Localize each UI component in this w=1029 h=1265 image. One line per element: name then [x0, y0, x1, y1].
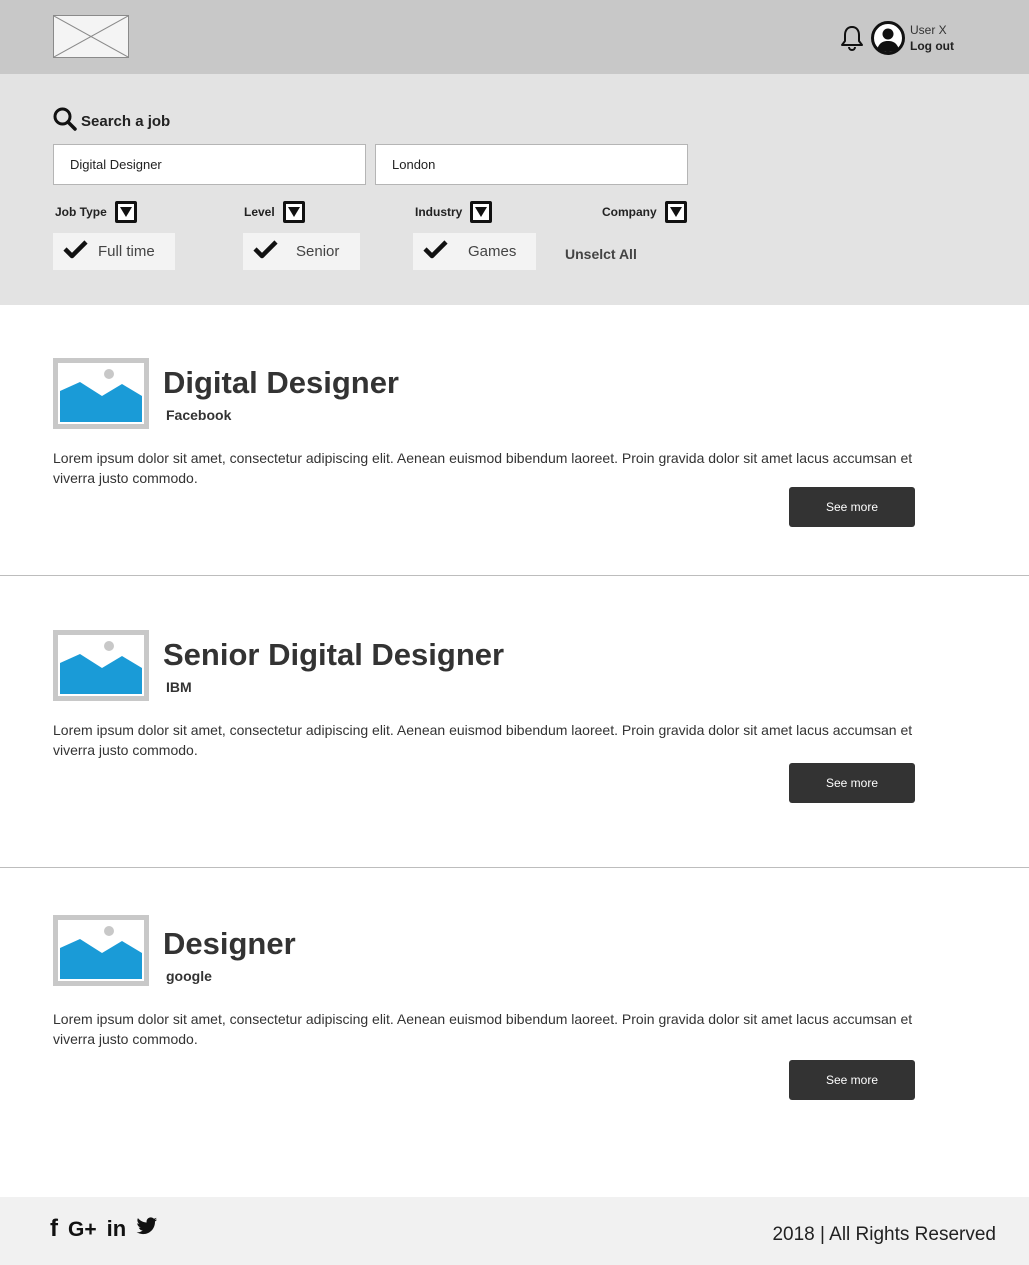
google-plus-icon[interactable]: G+	[68, 1219, 97, 1240]
search-title: Search a job	[81, 113, 171, 130]
user-avatar-icon[interactable]	[871, 21, 905, 55]
copyright-text: 2018 | All Rights Reserved	[772, 1224, 996, 1245]
chip-games[interactable]: Games	[413, 233, 536, 270]
dropdown-arrow-icon[interactable]	[664, 201, 687, 223]
job-card: Senior Digital Designer IBM Lorem ipsum …	[0, 576, 1029, 866]
check-icon	[63, 239, 88, 264]
image-placeholder-icon	[53, 630, 149, 701]
filter-level[interactable]: Level	[244, 201, 305, 223]
twitter-icon[interactable]	[136, 1217, 158, 1241]
filter-company[interactable]: Company	[602, 201, 687, 223]
see-more-button[interactable]: See more	[789, 487, 915, 527]
search-panel: Search a job Job Type Level Industry Com…	[0, 74, 1029, 305]
job-description: Lorem ipsum dolor sit amet, consectetur …	[53, 722, 913, 758]
image-placeholder-icon	[53, 358, 149, 429]
chip-label: Games	[468, 243, 517, 260]
image-placeholder-icon	[53, 915, 149, 986]
search-heading: Search a job	[53, 107, 170, 136]
job-description: Lorem ipsum dolor sit amet, consectetur …	[53, 450, 913, 486]
job-card: Designer google Lorem ipsum dolor sit am…	[0, 868, 1029, 1188]
job-company: google	[166, 968, 212, 984]
filter-label: Industry	[415, 205, 463, 219]
location-input[interactable]	[375, 144, 688, 185]
logo-placeholder-icon[interactable]	[53, 15, 129, 58]
chip-full-time[interactable]: Full time	[53, 233, 175, 270]
footer: f G+ in 2018 | All Rights Reserved	[0, 1197, 1029, 1265]
job-title[interactable]: Senior Digital Designer	[163, 637, 504, 673]
logout-link[interactable]: Log out	[910, 38, 954, 54]
bell-icon[interactable]	[838, 24, 866, 52]
user-info: User X Log out	[910, 22, 954, 54]
facebook-icon[interactable]: f	[50, 1217, 58, 1241]
filter-label: Company	[602, 205, 657, 219]
social-links: f G+ in	[50, 1217, 158, 1241]
job-company: Facebook	[166, 407, 232, 423]
filter-job-type[interactable]: Job Type	[55, 201, 137, 223]
user-name: User X	[910, 23, 947, 37]
filter-label: Level	[244, 205, 275, 219]
check-icon	[253, 239, 278, 264]
unselect-all-link[interactable]: Unselct All	[565, 246, 637, 262]
filter-industry[interactable]: Industry	[415, 201, 493, 223]
dropdown-arrow-icon[interactable]	[282, 201, 305, 223]
dropdown-arrow-icon[interactable]	[470, 201, 493, 223]
job-company: IBM	[166, 679, 192, 695]
search-icon	[53, 107, 77, 136]
linkedin-icon[interactable]: in	[107, 1218, 127, 1240]
chip-label: Full time	[98, 243, 155, 260]
job-card: Digital Designer Facebook Lorem ipsum do…	[0, 305, 1029, 575]
check-icon	[423, 239, 448, 264]
filter-label: Job Type	[55, 205, 107, 219]
job-description: Lorem ipsum dolor sit amet, consectetur …	[53, 1011, 913, 1047]
see-more-button[interactable]: See more	[789, 1060, 915, 1100]
chip-senior[interactable]: Senior	[243, 233, 360, 270]
chip-label: Senior	[296, 243, 340, 260]
dropdown-arrow-icon[interactable]	[114, 201, 137, 223]
job-title[interactable]: Digital Designer	[163, 365, 399, 401]
job-title-input[interactable]	[53, 144, 366, 185]
top-bar: User X Log out	[0, 0, 1029, 74]
job-title[interactable]: Designer	[163, 926, 296, 962]
see-more-button[interactable]: See more	[789, 763, 915, 803]
